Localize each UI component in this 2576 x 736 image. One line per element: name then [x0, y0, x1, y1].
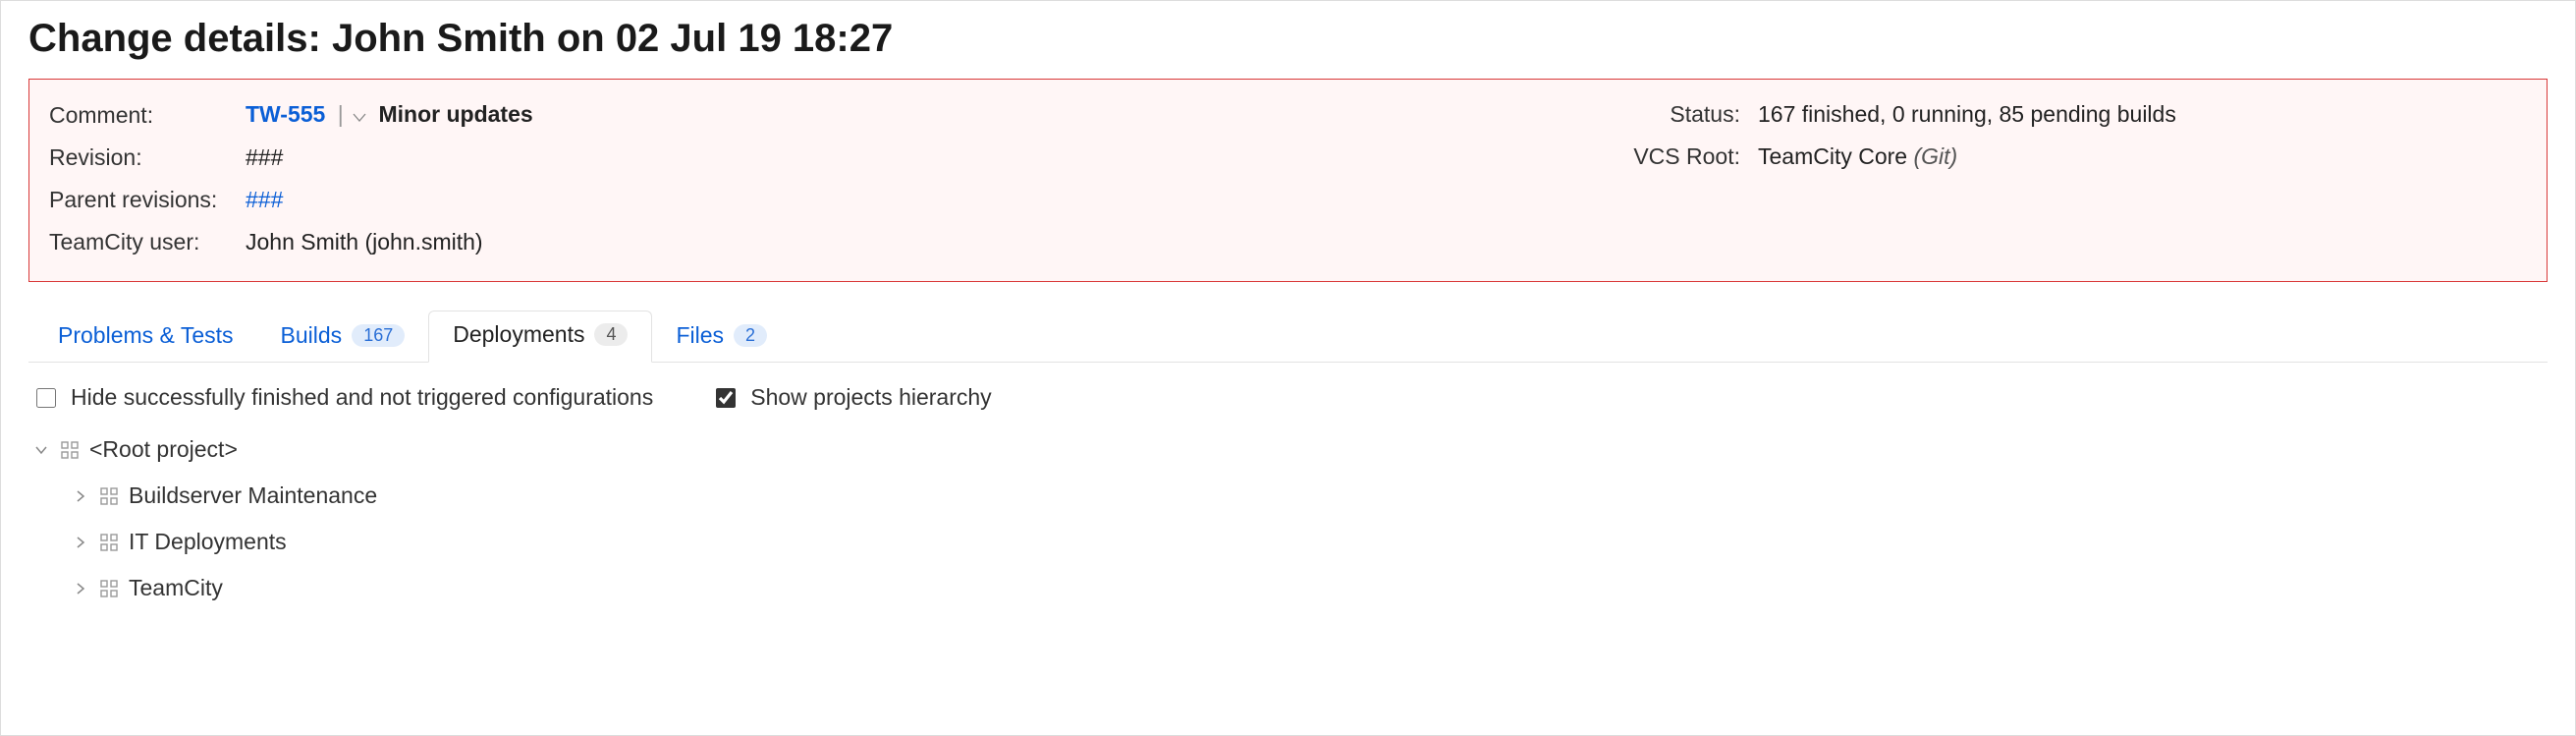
- tab-problems-tests[interactable]: Problems & Tests: [34, 312, 257, 363]
- chevron-right-icon[interactable]: [72, 534, 89, 551]
- teamcity-user-label: TeamCity user:: [49, 229, 246, 255]
- revision-value: ###: [246, 144, 283, 171]
- revision-row: Revision: ###: [49, 137, 1503, 179]
- filter-row: Hide successfully finished and not trigg…: [28, 363, 2548, 419]
- tab-label: Files: [676, 322, 724, 349]
- vcs-root-label: VCS Root:: [1620, 143, 1758, 170]
- parent-revision-link[interactable]: ###: [246, 187, 283, 212]
- vcs-root-type: (Git): [1913, 143, 1957, 169]
- status-value: 167 finished, 0 running, 85 pending buil…: [1758, 101, 2176, 128]
- tab-files[interactable]: Files 2: [652, 312, 791, 363]
- revision-label: Revision:: [49, 144, 246, 171]
- tree-child-label: IT Deployments: [129, 529, 287, 555]
- show-hierarchy-checkbox[interactable]: [716, 388, 736, 408]
- show-hierarchy-checkbox-wrap[interactable]: Show projects hierarchy: [712, 384, 991, 411]
- project-icon: [99, 533, 119, 552]
- details-left-column: Comment: TW-555 | Minor updates Revision…: [49, 93, 1503, 263]
- tab-badge: 4: [594, 323, 628, 346]
- tab-label: Builds: [281, 322, 343, 349]
- project-tree: <Root project> Buildserver Maintenance: [28, 419, 2548, 611]
- tab-badge: 2: [734, 324, 767, 347]
- tab-bar: Problems & Tests Builds 167 Deployments …: [28, 310, 2548, 363]
- tree-child-row[interactable]: IT Deployments: [32, 519, 2548, 565]
- change-details-page: Change details: John Smith on 02 Jul 19 …: [0, 0, 2576, 736]
- comment-row: Comment: TW-555 | Minor updates: [49, 93, 1503, 137]
- project-icon: [60, 440, 80, 460]
- tree-child-label: Buildserver Maintenance: [129, 482, 377, 509]
- tab-builds[interactable]: Builds 167: [257, 312, 429, 363]
- parent-revisions-label: Parent revisions:: [49, 187, 246, 213]
- separator: |: [338, 101, 344, 127]
- comment-label: Comment:: [49, 102, 246, 129]
- teamcity-user-value: John Smith (john.smith): [246, 229, 483, 255]
- details-right-column: Status: 167 finished, 0 running, 85 pend…: [1620, 93, 2176, 263]
- teamcity-user-row: TeamCity user: John Smith (john.smith): [49, 221, 1503, 263]
- chevron-right-icon[interactable]: [72, 580, 89, 597]
- comment-text: Minor updates: [379, 101, 533, 127]
- hide-success-checkbox-wrap[interactable]: Hide successfully finished and not trigg…: [32, 384, 653, 411]
- change-details-box: Comment: TW-555 | Minor updates Revision…: [28, 79, 2548, 282]
- chevron-right-icon[interactable]: [72, 487, 89, 505]
- vcs-root-name: TeamCity Core: [1758, 143, 1913, 169]
- hide-success-checkbox[interactable]: [36, 388, 56, 408]
- tree-root-row[interactable]: <Root project>: [32, 426, 2548, 473]
- tree-child-label: TeamCity: [129, 575, 223, 601]
- show-hierarchy-label: Show projects hierarchy: [750, 384, 991, 411]
- vcs-root-value: TeamCity Core (Git): [1758, 143, 1957, 170]
- parent-revisions-value: ###: [246, 187, 283, 213]
- page-title: Change details: John Smith on 02 Jul 19 …: [28, 17, 2548, 61]
- chevron-down-icon[interactable]: [353, 102, 366, 129]
- comment-value: TW-555 | Minor updates: [246, 101, 533, 129]
- project-icon: [99, 486, 119, 506]
- tab-badge: 167: [352, 324, 405, 347]
- tree-child-row[interactable]: Buildserver Maintenance: [32, 473, 2548, 519]
- status-row: Status: 167 finished, 0 running, 85 pend…: [1620, 93, 2176, 136]
- tree-root-label: <Root project>: [89, 436, 238, 463]
- tab-deployments[interactable]: Deployments 4: [428, 311, 652, 363]
- tab-label: Deployments: [453, 321, 584, 348]
- tab-label: Problems & Tests: [58, 322, 234, 349]
- ticket-link[interactable]: TW-555: [246, 101, 325, 127]
- chevron-down-icon[interactable]: [32, 441, 50, 459]
- hide-success-label: Hide successfully finished and not trigg…: [71, 384, 653, 411]
- project-icon: [99, 579, 119, 598]
- tree-child-row[interactable]: TeamCity: [32, 565, 2548, 611]
- vcs-root-row: VCS Root: TeamCity Core (Git): [1620, 136, 2176, 178]
- parent-revisions-row: Parent revisions: ###: [49, 179, 1503, 221]
- status-label: Status:: [1620, 101, 1758, 128]
